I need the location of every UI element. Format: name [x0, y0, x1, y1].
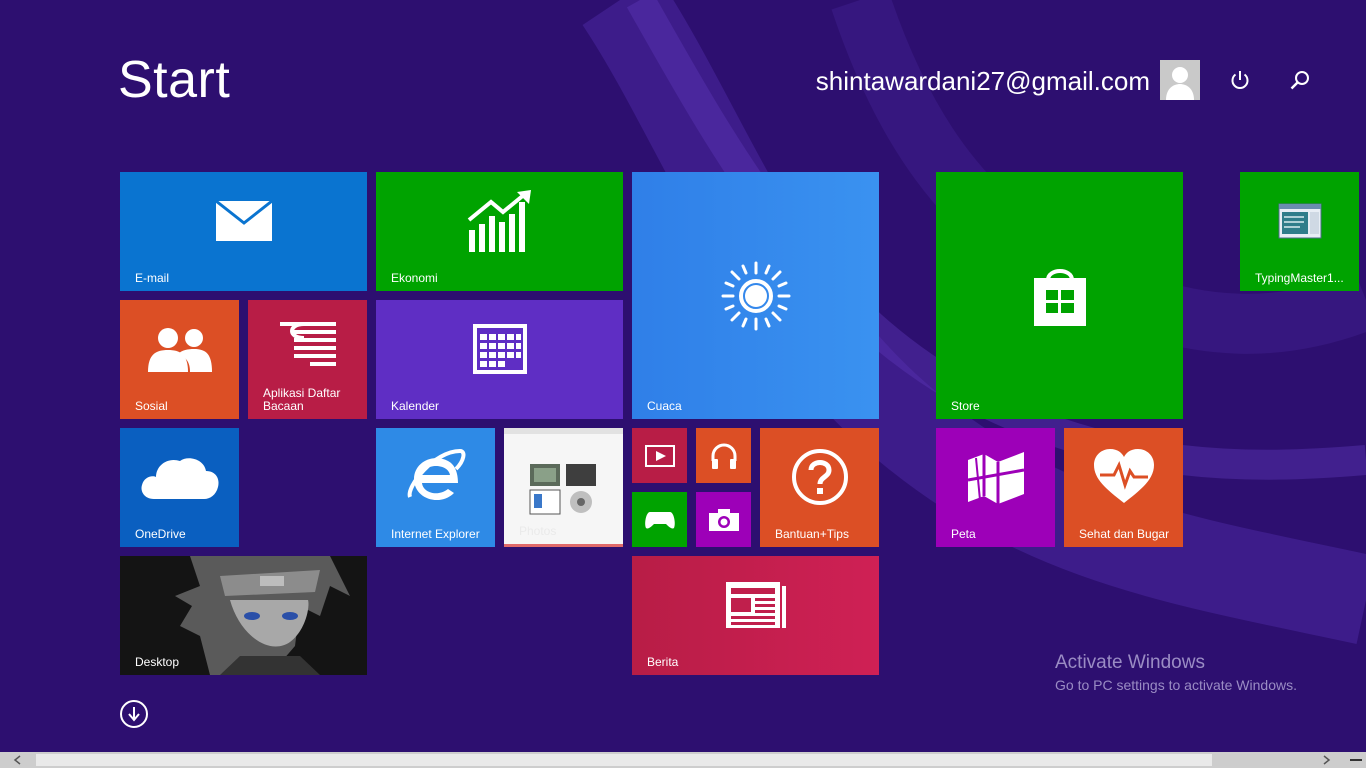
tile-label: Internet Explorer [391, 527, 480, 541]
chart-up-icon [467, 189, 531, 252]
page-title: Start [118, 51, 231, 109]
tile-camera[interactable] [696, 492, 751, 547]
headphones-icon [711, 443, 736, 469]
tile-ekonomi[interactable]: Ekonomi [376, 172, 623, 291]
mail-icon [214, 199, 273, 241]
tile-store[interactable]: Store [936, 172, 1183, 419]
tile-label: OneDrive [135, 527, 186, 541]
user-icon [1160, 60, 1200, 100]
tile-label: Sehat dan Bugar [1079, 527, 1170, 541]
tile-kalender[interactable]: Kalender [376, 300, 623, 419]
tile-cuaca[interactable]: Cuaca [632, 172, 879, 419]
watermark-subtitle: Go to PC settings to activate Windows. [1055, 677, 1297, 693]
tile-peta[interactable]: Peta [936, 428, 1055, 547]
activation-watermark: Activate Windows Go to PC settings to ac… [1055, 652, 1297, 694]
camera-icon [708, 508, 739, 531]
ie-icon [407, 448, 465, 500]
tile-label: TypingMaster1... [1255, 271, 1344, 285]
tile-games[interactable] [632, 492, 687, 547]
chevron-right-icon [1323, 755, 1331, 765]
reading-list-icon [279, 321, 336, 366]
tile-photos[interactable]: Photos [504, 428, 623, 547]
store-bag-icon [1033, 268, 1086, 326]
tile-label: Ekonomi [391, 271, 438, 285]
tile-label: Desktop [135, 655, 180, 669]
map-icon [967, 451, 1024, 504]
chevron-left-icon [13, 755, 21, 765]
tile-daftar-bacaan[interactable]: Aplikasi Daftar Bacaan [248, 300, 367, 419]
tile-label: Aplikasi Daftar Bacaan [263, 386, 341, 413]
search-button[interactable] [1282, 62, 1318, 98]
scroll-left-button[interactable] [0, 752, 34, 768]
power-icon [1231, 71, 1249, 89]
tile-label: Cuaca [647, 399, 682, 413]
tile-label: Sosial [135, 399, 168, 413]
tile-video[interactable] [632, 428, 687, 483]
tile-label: Kalender [391, 399, 440, 413]
cloud-icon [141, 458, 218, 499]
arrow-down-icon [128, 707, 140, 722]
tile-music[interactable] [696, 428, 751, 483]
tile-berita[interactable]: Berita [632, 556, 879, 675]
tile-bantuan[interactable]: Bantuan+Tips [760, 428, 879, 547]
tile-label: E-mail [135, 271, 170, 285]
avatar[interactable] [1160, 60, 1200, 100]
tile-label: Photos [519, 524, 557, 538]
heart-pulse-icon [1093, 448, 1154, 503]
tile-email[interactable]: E-mail [120, 172, 367, 291]
tile-sehat[interactable]: Sehat dan Bugar [1064, 428, 1183, 547]
user-email[interactable]: shintawardani27@gmail.com [816, 66, 1150, 97]
app-window-icon [1278, 203, 1321, 239]
search-icon [1290, 71, 1309, 90]
tile-ie[interactable]: Internet Explorer [376, 428, 495, 547]
zoom-out-button[interactable] [1346, 752, 1366, 768]
tile-label: Peta [951, 527, 976, 541]
tile-sosial[interactable]: Sosial [120, 300, 239, 419]
video-icon [644, 444, 675, 467]
tile-onedrive[interactable]: OneDrive [120, 428, 239, 547]
scroll-right-button[interactable] [1310, 752, 1344, 768]
scrollbar-thumb[interactable] [36, 754, 1212, 766]
watermark-title: Activate Windows [1055, 652, 1205, 673]
tile-label: Berita [647, 655, 679, 669]
tile-desktop[interactable]: Desktop [120, 556, 367, 675]
all-apps-button[interactable] [120, 700, 148, 728]
question-icon [791, 448, 848, 505]
gamepad-icon [644, 511, 675, 529]
minus-icon [1350, 759, 1362, 761]
people-icon [147, 327, 212, 372]
tile-label: Store [951, 399, 980, 413]
power-button[interactable] [1222, 62, 1258, 98]
tile-label: Bantuan+Tips [775, 527, 849, 541]
tile-typingmaster[interactable]: TypingMaster1... [1240, 172, 1359, 291]
horizontal-scrollbar[interactable] [0, 752, 1366, 768]
calendar-icon [472, 323, 527, 374]
news-icon [725, 581, 786, 628]
sun-icon [721, 261, 790, 330]
